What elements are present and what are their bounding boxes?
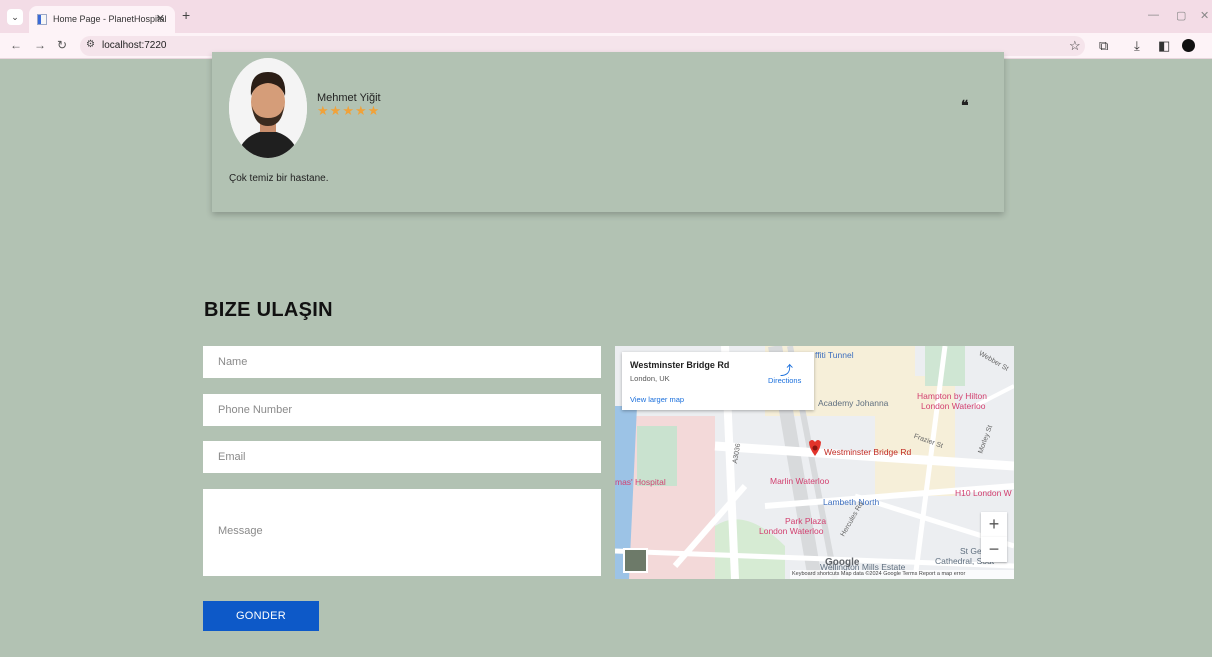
satellite-toggle[interactable] xyxy=(623,548,648,573)
new-tab-icon[interactable]: + xyxy=(182,7,190,23)
contact-section-title: BIZE ULAŞIN xyxy=(204,299,333,321)
place-name: Westminster Bridge Rd xyxy=(630,360,730,370)
rating-stars: ★ ★ ★ ★ ★ xyxy=(317,104,379,118)
map-label-park-plaza-1: Park Plaza xyxy=(785,516,827,526)
map-label-tunnel: ffiti Tunnel xyxy=(815,350,854,360)
review-text: Çok temiz bir hastane. xyxy=(229,173,329,184)
map-footer[interactable]: Keyboard shortcuts Map data ©2024 Google… xyxy=(790,570,1014,579)
forward-icon[interactable]: → xyxy=(34,38,46,52)
message-textarea[interactable] xyxy=(203,489,601,576)
map-label-h10: H10 London W xyxy=(955,488,1012,498)
browser-tab[interactable]: Home Page - PlanetHospital ✕ xyxy=(29,6,175,33)
site-info-icon[interactable]: ⚙ xyxy=(86,39,95,50)
phone-input[interactable] xyxy=(203,394,601,426)
testimonial-card: Mehmet Yiğit ★ ★ ★ ★ ★ ❝ Çok temiz bir h… xyxy=(212,52,1004,212)
close-tab-icon[interactable]: ✕ xyxy=(156,12,165,25)
map-label-hampton-1: Hampton by Hilton xyxy=(917,391,987,401)
reviewer-avatar xyxy=(229,58,307,158)
google-logo: Google xyxy=(825,557,860,568)
map-label-cathedral-1: St Ge xyxy=(960,546,982,556)
map-label-lambeth: Lambeth North xyxy=(823,497,880,507)
view-larger-map-link[interactable]: View larger map xyxy=(630,395,684,404)
back-icon[interactable]: ← xyxy=(10,38,22,52)
map-label-park-plaza-2: London Waterloo xyxy=(759,526,824,536)
submit-button[interactable]: GONDER xyxy=(203,601,319,631)
name-input[interactable] xyxy=(203,346,601,378)
profile-avatar-icon[interactable] xyxy=(1182,39,1195,52)
map-label-academy: Academy Johanna xyxy=(818,398,889,408)
star-icon: ★ xyxy=(342,103,354,118)
star-icon: ★ xyxy=(317,103,329,118)
email-input[interactable] xyxy=(203,441,601,473)
side-panel-icon[interactable]: ◧ xyxy=(1158,38,1170,54)
google-map[interactable]: ffiti Tunnel Academy Johanna Hampton by … xyxy=(615,346,1014,579)
map-label-marlin: Marlin Waterloo xyxy=(770,476,830,486)
directions-link[interactable]: Directions xyxy=(768,376,801,385)
map-label-hampton-2: London Waterloo xyxy=(921,401,986,411)
zoom-out-button[interactable]: − xyxy=(981,537,1007,562)
url-text: localhost:7220 xyxy=(102,40,167,51)
browser-tab-bar: ⌄ Home Page - PlanetHospital ✕ + — ▢ ✕ xyxy=(0,0,1212,33)
extensions-icon[interactable]: ⧉ xyxy=(1099,38,1108,54)
map-label-hospital: mas' Hospital xyxy=(615,477,666,487)
place-address: London, UK xyxy=(630,374,670,383)
star-icon: ★ xyxy=(367,103,380,118)
reviewer-photo-icon xyxy=(229,58,307,158)
star-icon: ★ xyxy=(354,103,367,118)
restore-icon[interactable]: ▢ xyxy=(1176,9,1186,22)
zoom-in-button[interactable]: + xyxy=(981,512,1007,537)
download-icon[interactable]: ⤓ xyxy=(1134,38,1140,54)
map-pin-label: Westminster Bridge Rd xyxy=(824,447,912,457)
map-place-card: Westminster Bridge Rd London, UK View la… xyxy=(622,352,814,410)
tab-title: Home Page - PlanetHospital xyxy=(53,14,167,24)
favicon-icon xyxy=(37,14,47,25)
close-window-icon[interactable]: ✕ xyxy=(1200,9,1209,22)
bookmark-star-icon[interactable]: ☆ xyxy=(1069,38,1081,54)
tab-search-button[interactable]: ⌄ xyxy=(7,9,23,25)
quote-icon: ❝ xyxy=(961,97,969,113)
reload-icon[interactable]: ↻ xyxy=(57,38,67,52)
minimize-icon[interactable]: — xyxy=(1148,9,1159,21)
star-icon: ★ xyxy=(329,103,342,118)
